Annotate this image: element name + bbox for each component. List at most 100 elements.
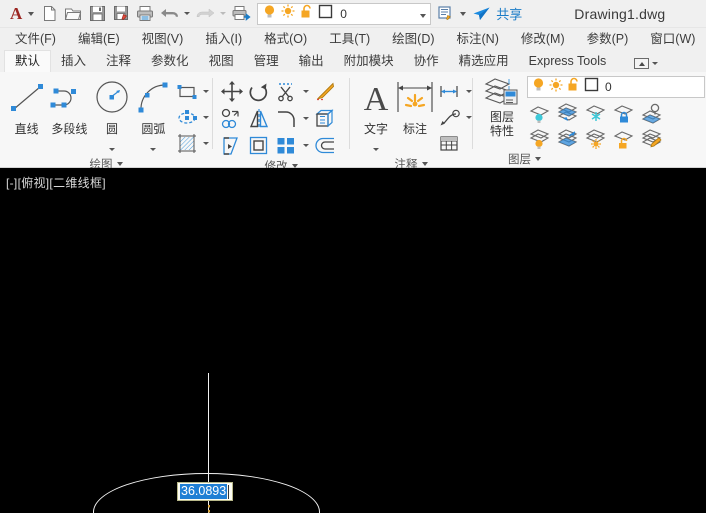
offset-icon[interactable] bbox=[312, 133, 338, 158]
layer-unlocked-icon[interactable] bbox=[300, 4, 313, 24]
menu-file[interactable]: 文件(F) bbox=[4, 28, 67, 50]
stretch-icon[interactable] bbox=[219, 133, 245, 158]
menu-draw[interactable]: 绘图(D) bbox=[381, 28, 445, 50]
ellipse-chevron-icon[interactable] bbox=[201, 105, 212, 130]
circle-icon bbox=[92, 77, 132, 119]
viewport-label[interactable]: [-][俯视][二维线框] bbox=[6, 174, 106, 191]
quick-layer-chevron-icon[interactable] bbox=[420, 5, 426, 23]
annotate-text-button[interactable]: A 文字 bbox=[358, 77, 394, 156]
redo-icon[interactable] bbox=[193, 2, 217, 26]
tab-parametric[interactable]: 参数化 bbox=[141, 51, 199, 72]
fillet-chevron-icon[interactable] bbox=[300, 106, 311, 131]
plot-icon[interactable] bbox=[229, 2, 253, 26]
print-icon[interactable] bbox=[133, 2, 157, 26]
tab-view[interactable]: 视图 bbox=[199, 51, 244, 72]
mirror-icon[interactable] bbox=[246, 106, 272, 131]
app-menu-chevron-icon[interactable] bbox=[25, 2, 37, 26]
menu-dimension[interactable]: 标注(N) bbox=[446, 28, 510, 50]
draw-circle-button[interactable]: 圆 bbox=[91, 77, 132, 156]
layer-isolate-icon[interactable] bbox=[527, 100, 553, 125]
rect-array-icon[interactable] bbox=[273, 133, 299, 158]
app-logo-icon[interactable]: A bbox=[6, 5, 25, 22]
dynamic-input-field[interactable]: 36.0893 bbox=[177, 482, 233, 501]
rotate-icon[interactable] bbox=[246, 79, 272, 104]
menu-modify[interactable]: 修改(M) bbox=[510, 28, 576, 50]
draw-circle-chevron-icon[interactable] bbox=[109, 138, 115, 156]
hatch-chevron-icon[interactable] bbox=[201, 131, 212, 156]
rectangle-icon[interactable] bbox=[174, 79, 200, 104]
undo-icon[interactable] bbox=[157, 2, 181, 26]
layer-thaw-sun-icon[interactable] bbox=[281, 4, 295, 23]
draw-arc-chevron-icon[interactable] bbox=[150, 138, 156, 156]
menu-format[interactable]: 格式(O) bbox=[253, 28, 318, 50]
rect-array-chevron-icon[interactable] bbox=[300, 133, 311, 158]
undo-chevron-icon[interactable] bbox=[181, 2, 193, 26]
layer-set-current-icon[interactable] bbox=[639, 100, 665, 125]
tab-output[interactable]: 输出 bbox=[289, 51, 334, 72]
tab-addins[interactable]: 附加模块 bbox=[334, 51, 404, 72]
open-folder-icon[interactable] bbox=[61, 2, 85, 26]
scale-icon[interactable] bbox=[246, 133, 272, 158]
rectangle-chevron-icon[interactable] bbox=[201, 79, 212, 104]
layer-thaw-icon[interactable] bbox=[583, 126, 609, 151]
linear-dim-icon[interactable] bbox=[436, 79, 462, 104]
erase-icon[interactable] bbox=[312, 79, 338, 104]
trim-chevron-icon[interactable] bbox=[300, 79, 311, 104]
trim-icon[interactable] bbox=[273, 79, 299, 104]
layer-match-icon[interactable] bbox=[639, 126, 665, 151]
layer-freeze-icon[interactable] bbox=[583, 100, 609, 125]
leader-icon[interactable] bbox=[436, 105, 462, 130]
move-icon[interactable] bbox=[219, 79, 245, 104]
layer-unisolate-icon[interactable] bbox=[527, 126, 553, 151]
draw-arc-button[interactable]: 圆弧 bbox=[133, 77, 174, 156]
layer-color-swatch[interactable] bbox=[318, 4, 333, 24]
ribbon-minimize-icon[interactable] bbox=[634, 58, 649, 69]
tab-express-tools[interactable]: Express Tools bbox=[519, 51, 617, 72]
layer-combo-bulb-icon[interactable] bbox=[532, 77, 545, 97]
menu-insert[interactable]: 插入(I) bbox=[194, 28, 253, 50]
layer-combo-color-swatch[interactable] bbox=[584, 77, 599, 97]
tab-featured-apps[interactable]: 精选应用 bbox=[449, 51, 519, 72]
draw-polyline-button[interactable]: 多段线 bbox=[47, 77, 91, 137]
quick-layer-combo[interactable]: 0 bbox=[257, 3, 431, 25]
drawing-canvas[interactable]: [-][俯视][二维线框] 1 36.0893 极轴: 36.0893 < 27… bbox=[0, 168, 706, 513]
annotate-text-chevron-icon[interactable] bbox=[373, 138, 379, 156]
table-icon[interactable] bbox=[436, 131, 462, 156]
menu-tools[interactable]: 工具(T) bbox=[318, 28, 381, 50]
annotate-dimension-button[interactable]: 标注 bbox=[394, 77, 436, 137]
menu-window[interactable]: 窗口(W) bbox=[639, 28, 706, 50]
layer-lock-icon[interactable] bbox=[611, 100, 637, 125]
layer-off-icon[interactable] bbox=[555, 100, 581, 125]
layer-properties-button[interactable]: 图层 特性 bbox=[479, 76, 525, 138]
tab-annotate[interactable]: 注释 bbox=[96, 51, 141, 72]
hatch-icon[interactable] bbox=[174, 131, 200, 156]
array3d-icon[interactable] bbox=[312, 106, 338, 131]
fillet-icon[interactable] bbox=[273, 106, 299, 131]
new-file-icon[interactable] bbox=[37, 2, 61, 26]
layer-on-bulb-icon[interactable] bbox=[263, 4, 276, 24]
ellipse-icon[interactable] bbox=[174, 105, 200, 130]
layer-combo-sun-icon[interactable] bbox=[549, 78, 563, 97]
customize-qat-icon[interactable] bbox=[433, 2, 457, 26]
save-as-icon[interactable] bbox=[109, 2, 133, 26]
qat-overflow-chevron-icon[interactable] bbox=[457, 2, 469, 26]
layer-combo-unlock-icon[interactable] bbox=[567, 77, 580, 97]
menu-parametric[interactable]: 参数(P) bbox=[576, 28, 640, 50]
layer-turn-on-icon[interactable] bbox=[555, 126, 581, 151]
save-icon[interactable] bbox=[85, 2, 109, 26]
tab-manage[interactable]: 管理 bbox=[244, 51, 289, 72]
share-label[interactable]: 共享 bbox=[496, 4, 522, 23]
tab-collaborate[interactable]: 协作 bbox=[404, 51, 449, 72]
ribbon-minimize-control[interactable] bbox=[634, 58, 658, 72]
share-plane-icon[interactable] bbox=[469, 2, 493, 26]
tab-insert[interactable]: 插入 bbox=[51, 51, 96, 72]
menu-edit[interactable]: 编辑(E) bbox=[67, 28, 131, 50]
draw-line-button[interactable]: 直线 bbox=[6, 77, 47, 137]
current-layer-combo[interactable]: 0 bbox=[527, 76, 705, 98]
tab-home[interactable]: 默认 bbox=[4, 50, 51, 72]
menu-view[interactable]: 视图(V) bbox=[131, 28, 195, 50]
layer-unlock-icon[interactable] bbox=[611, 126, 637, 151]
panel-layer-title[interactable]: 图层 bbox=[473, 151, 706, 167]
redo-chevron-icon[interactable] bbox=[217, 2, 229, 26]
copy-icon[interactable] bbox=[219, 106, 245, 131]
